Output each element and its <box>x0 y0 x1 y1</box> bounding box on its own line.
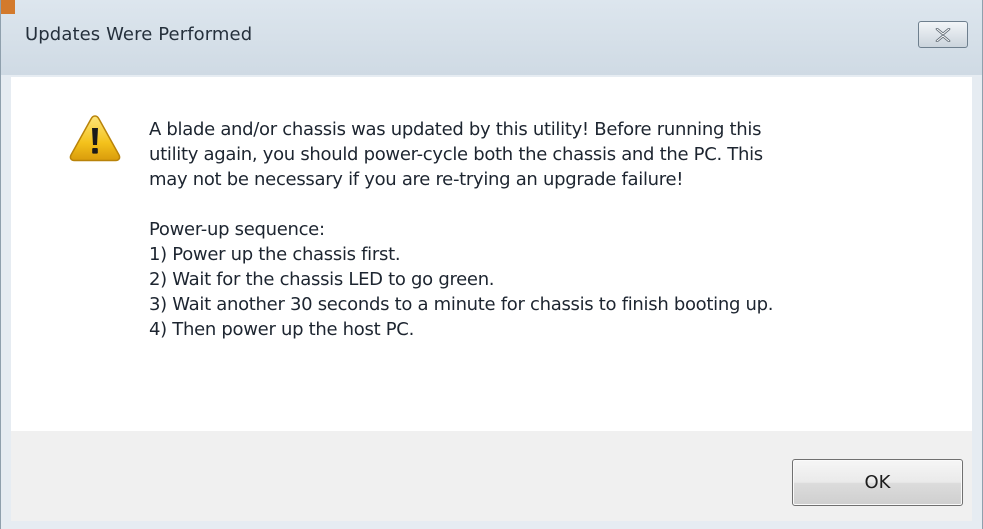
message-line: utility again, you should power-cycle bo… <box>149 144 763 165</box>
dialog-content: A blade and/or chassis was updated by th… <box>11 77 972 431</box>
message-line: may not be necessary if you are re-tryin… <box>149 169 684 190</box>
ok-button[interactable]: OK <box>792 459 963 506</box>
sequence-step: 2) Wait for the chassis LED to go green. <box>149 269 495 290</box>
sequence-step: 1) Power up the chassis first. <box>149 244 401 265</box>
dialog-message: A blade and/or chassis was updated by th… <box>149 117 949 342</box>
sequence-heading: Power-up sequence: <box>149 219 325 240</box>
warning-icon <box>69 115 121 162</box>
window-title: Updates Were Performed <box>25 24 253 45</box>
close-button[interactable] <box>918 21 968 48</box>
title-bar[interactable]: Updates Were Performed <box>1 0 982 75</box>
window-corner-accent <box>1 0 15 14</box>
dialog-footer: OK <box>11 431 972 521</box>
dialog-window: Updates Were Performed A blade and/or ch… <box>0 0 983 529</box>
sequence-step: 4) Then power up the host PC. <box>149 319 415 340</box>
message-line: A blade and/or chassis was updated by th… <box>149 119 762 140</box>
close-icon <box>935 27 951 42</box>
sequence-step: 3) Wait another 30 seconds to a minute f… <box>149 294 774 315</box>
